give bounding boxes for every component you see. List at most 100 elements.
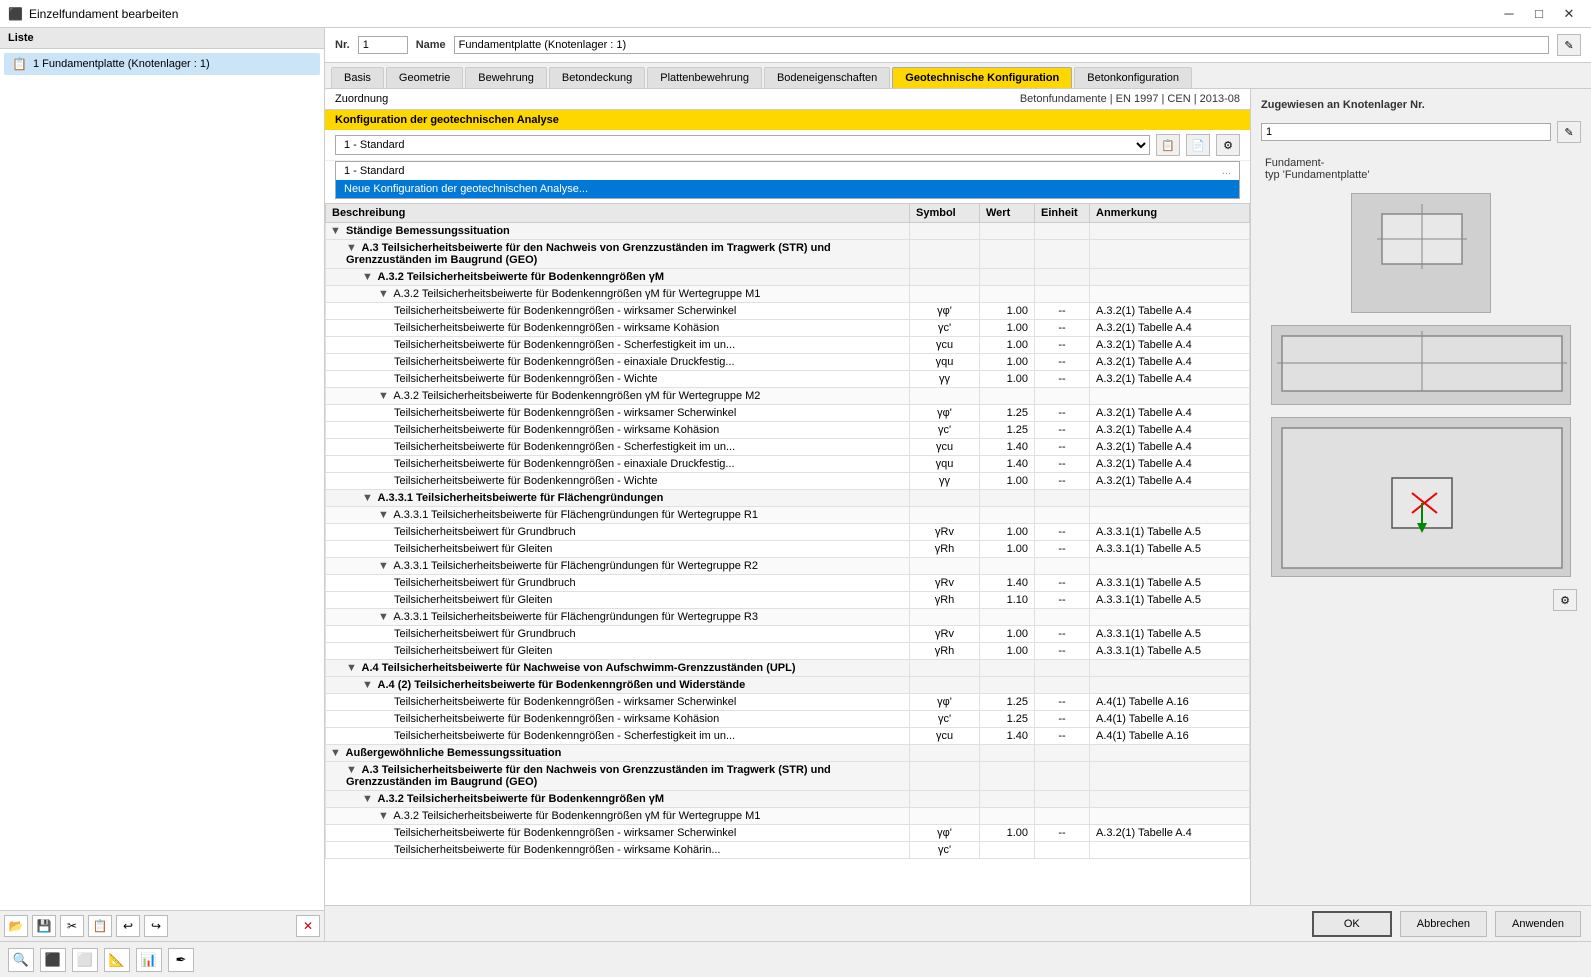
diagram-side: [1271, 325, 1571, 405]
name-input[interactable]: [454, 36, 1549, 54]
table-row[interactable]: Teilsicherheitsbeiwerte für Bodenkenngrö…: [326, 825, 1250, 842]
name-edit-button[interactable]: ✎: [1557, 34, 1581, 56]
tab-betonkonfiguration[interactable]: Betonkonfiguration: [1074, 67, 1192, 88]
table-row[interactable]: Teilsicherheitsbeiwert für Gleiten γRh 1…: [326, 541, 1250, 558]
undo-button[interactable]: ↩: [116, 915, 140, 937]
ok-button[interactable]: OK: [1312, 911, 1392, 937]
data-table: Beschreibung Symbol Wert Einheit Anmerku…: [325, 203, 1250, 859]
table-row[interactable]: ▼ A.3.3.1 Teilsicherheitsbeiwerte für Fl…: [326, 558, 1250, 575]
table-row[interactable]: Teilsicherheitsbeiwerte für Bodenkenngrö…: [326, 456, 1250, 473]
table-row[interactable]: ▼ A.3.2 Teilsicherheitsbeiwerte für Bode…: [326, 388, 1250, 405]
dropdown-row: 1 - Standard 📋 📄 ⚙: [325, 130, 1250, 161]
table-row[interactable]: ▼ A.3 Teilsicherheitsbeiwerte für den Na…: [326, 240, 1250, 269]
copy-konfiguration-button[interactable]: 📄: [1186, 134, 1210, 156]
table-row[interactable]: ▼ A.3.2 Teilsicherheitsbeiwerte für Bode…: [326, 808, 1250, 825]
paste-button[interactable]: 📋: [88, 915, 112, 937]
add-konfiguration-button[interactable]: 📋: [1156, 134, 1180, 156]
window-title: Einzelfundament bearbeiten: [29, 7, 1495, 21]
table-row[interactable]: ▼ A.3 Teilsicherheitsbeiwerte für den Na…: [326, 762, 1250, 791]
table-row[interactable]: Teilsicherheitsbeiwert für Gleiten γRh 1…: [326, 592, 1250, 609]
tab-basis[interactable]: Basis: [331, 67, 384, 88]
tab-betondeckung[interactable]: Betondeckung: [549, 67, 645, 88]
table-row[interactable]: Teilsicherheitsbeiwert für Grundbruch γR…: [326, 575, 1250, 592]
more-konfiguration-button[interactable]: ⚙: [1216, 134, 1240, 156]
abbrechen-button[interactable]: Abbrechen: [1400, 911, 1487, 937]
dropdown-list: 1 - Standard ... Neue Konfiguration der …: [335, 161, 1240, 199]
table-row[interactable]: ▼ A.3.2 Teilsicherheitsbeiwerte für Bode…: [326, 286, 1250, 303]
table-row[interactable]: Teilsicherheitsbeiwerte für Bodenkenngrö…: [326, 728, 1250, 745]
dropdown-list-item-neue[interactable]: Neue Konfiguration der geotechnischen An…: [336, 180, 1239, 198]
tool3-button[interactable]: ⬜: [72, 948, 98, 972]
zugewiesen-input[interactable]: [1261, 123, 1551, 141]
table-row[interactable]: ▼ A.3.2 Teilsicherheitsbeiwerte für Bode…: [326, 791, 1250, 808]
tool2-button[interactable]: ⬛: [40, 948, 66, 972]
table-row[interactable]: Teilsicherheitsbeiwerte für Bodenkenngrö…: [326, 337, 1250, 354]
col-beschreibung: Beschreibung: [326, 204, 910, 223]
save-button[interactable]: 💾: [32, 915, 56, 937]
tab-bewehrung[interactable]: Bewehrung: [465, 67, 547, 88]
tab-geotechnische[interactable]: Geotechnische Konfiguration: [892, 67, 1072, 88]
table-row[interactable]: ▼ A.3.3.1 Teilsicherheitsbeiwerte für Fl…: [326, 609, 1250, 626]
table-row[interactable]: Teilsicherheitsbeiwerte für Bodenkenngrö…: [326, 473, 1250, 490]
bottom-toolbar: 🔍 ⬛ ⬜ 📐 📊 ✒: [0, 941, 1591, 977]
maximize-button[interactable]: □: [1525, 2, 1553, 26]
diagram-top: [1351, 193, 1491, 313]
cut-button[interactable]: ✂: [60, 915, 84, 937]
table-row[interactable]: ▼ A.4 (2) Teilsicherheitsbeiwerte für Bo…: [326, 677, 1250, 694]
table-row[interactable]: Teilsicherheitsbeiwerte für Bodenkenngrö…: [326, 405, 1250, 422]
table-row[interactable]: Teilsicherheitsbeiwerte für Bodenkenngrö…: [326, 439, 1250, 456]
tab-plattenbewehrung[interactable]: Plattenbewehrung: [647, 67, 762, 88]
delete-button[interactable]: ✕: [296, 915, 320, 937]
dropdown-list-item-standard[interactable]: 1 - Standard ...: [336, 162, 1239, 180]
tab-geometrie[interactable]: Geometrie: [386, 67, 463, 88]
col-anmerkung: Anmerkung: [1090, 204, 1250, 223]
nr-input[interactable]: [358, 36, 408, 54]
zugewiesen-row: ✎: [1261, 121, 1581, 143]
col-symbol: Symbol: [910, 204, 980, 223]
tool6-button[interactable]: ✒: [168, 948, 194, 972]
search-button[interactable]: 🔍: [8, 948, 34, 972]
table-row[interactable]: Teilsicherheitsbeiwerte für Bodenkenngrö…: [326, 303, 1250, 320]
diagram-settings-button[interactable]: ⚙: [1553, 589, 1577, 611]
diagrams-area: Fundament- typ 'Fundamentplatte': [1261, 153, 1581, 895]
table-row[interactable]: Teilsicherheitsbeiwerte für Bodenkenngrö…: [326, 320, 1250, 337]
tool4-button[interactable]: 📐: [104, 948, 130, 972]
left-panel: Liste 📋 1 Fundamentplatte (Knotenlager :…: [0, 28, 325, 941]
zugewiesen-edit-button[interactable]: ✎: [1557, 121, 1581, 143]
redo-button[interactable]: ↪: [144, 915, 168, 937]
table-row[interactable]: ▼ A.3.3.1 Teilsicherheitsbeiwerte für Fl…: [326, 490, 1250, 507]
table-container: Beschreibung Symbol Wert Einheit Anmerku…: [325, 203, 1250, 905]
table-row[interactable]: Teilsicherheitsbeiwerte für Bodenkenngrö…: [326, 354, 1250, 371]
minimize-button[interactable]: ─: [1495, 2, 1523, 26]
table-row[interactable]: Teilsicherheitsbeiwerte für Bodenkenngrö…: [326, 842, 1250, 859]
open-file-button[interactable]: 📂: [4, 915, 28, 937]
anwenden-button[interactable]: Anwenden: [1495, 911, 1581, 937]
window-controls: ─ □ ✕: [1495, 2, 1583, 26]
table-row[interactable]: ▼ A.3.2 Teilsicherheitsbeiwerte für Bode…: [326, 269, 1250, 286]
table-row[interactable]: ▼ A.4 Teilsicherheitsbeiwerte für Nachwe…: [326, 660, 1250, 677]
close-button[interactable]: ✕: [1555, 2, 1583, 26]
tab-bodeneigenschaften[interactable]: Bodeneigenschaften: [764, 67, 890, 88]
table-row[interactable]: Teilsicherheitsbeiwerte für Bodenkenngrö…: [326, 711, 1250, 728]
zuordnung-row: Zuordnung Betonfundamente | EN 1997 | CE…: [325, 89, 1250, 110]
konfiguration-select[interactable]: 1 - Standard: [335, 135, 1150, 155]
table-row[interactable]: Teilsicherheitsbeiwert für Grundbruch γR…: [326, 626, 1250, 643]
diagram-bottom: [1271, 417, 1571, 577]
left-panel-toolbar: 📂 💾 ✂ 📋 ↩ ↪ ✕: [0, 910, 324, 941]
list-item[interactable]: 📋 1 Fundamentplatte (Knotenlager : 1): [4, 53, 320, 75]
name-label: Name: [416, 39, 446, 51]
list-item-label: 1 Fundamentplatte (Knotenlager : 1): [33, 58, 210, 70]
table-row[interactable]: ▼ Ständige Bemessungssituation: [326, 223, 1250, 240]
table-row[interactable]: Teilsicherheitsbeiwerte für Bodenkenngrö…: [326, 694, 1250, 711]
content-split: Zuordnung Betonfundamente | EN 1997 | CE…: [325, 89, 1591, 905]
title-bar: ⬛ Einzelfundament bearbeiten ─ □ ✕: [0, 0, 1591, 28]
table-row[interactable]: Teilsicherheitsbeiwerte für Bodenkenngrö…: [326, 371, 1250, 388]
table-row[interactable]: ▼ Außergewöhnliche Bemessungssituation: [326, 745, 1250, 762]
table-row[interactable]: Teilsicherheitsbeiwert für Gleiten γRh 1…: [326, 643, 1250, 660]
tool5-button[interactable]: 📊: [136, 948, 162, 972]
table-row[interactable]: Teilsicherheitsbeiwerte für Bodenkenngrö…: [326, 422, 1250, 439]
table-row[interactable]: ▼ A.3.3.1 Teilsicherheitsbeiwerte für Fl…: [326, 507, 1250, 524]
konfiguration-notice: Konfiguration der geotechnischen Analyse: [325, 110, 1250, 130]
col-wert: Wert: [980, 204, 1035, 223]
table-row[interactable]: Teilsicherheitsbeiwert für Grundbruch γR…: [326, 524, 1250, 541]
